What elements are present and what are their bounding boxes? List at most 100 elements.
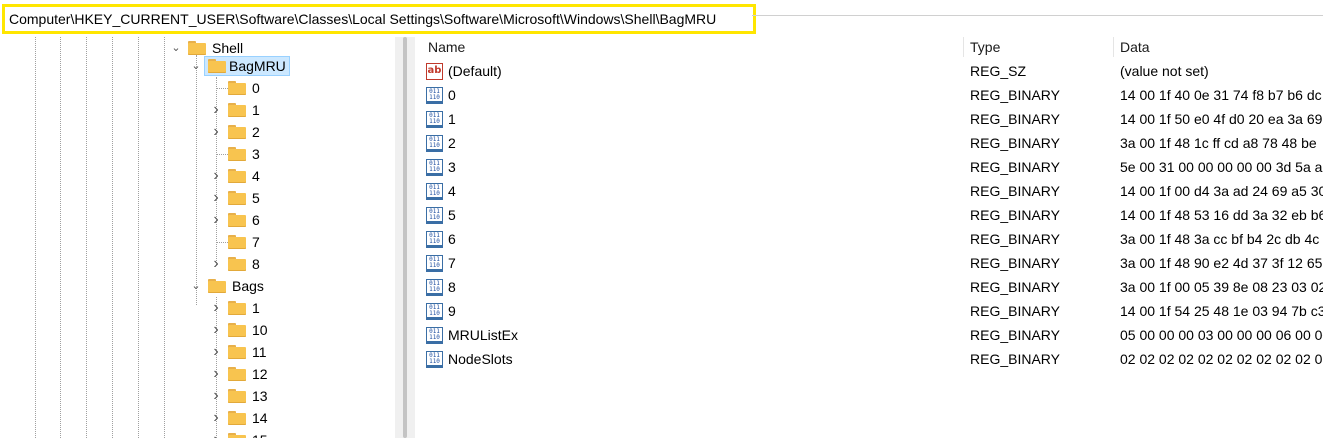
folder-icon [228, 213, 246, 227]
cell-name: 7 [448, 255, 456, 271]
tree-scrollbar-thumb[interactable] [403, 37, 407, 438]
tree-node-label: 6 [252, 212, 260, 228]
cell-name: 2 [448, 135, 456, 151]
binary-value-icon: 011 110 [426, 183, 443, 200]
column-header-data[interactable]: Data [1120, 37, 1150, 57]
cell-type: REG_BINARY [970, 231, 1060, 247]
tree-node-label: 11 [252, 344, 267, 360]
chevron-right-icon[interactable]: › [210, 407, 222, 429]
chevron-right-icon[interactable]: › [210, 253, 222, 275]
tree-node-label: 1 [252, 300, 260, 316]
chevron-right-icon[interactable]: › [210, 385, 222, 407]
chevron-down-icon[interactable]: ⌄ [170, 37, 182, 59]
folder-icon [208, 59, 226, 73]
folder-icon [188, 41, 206, 55]
list-item[interactable]: 011 110 8 REG_BINARY 3a 00 1f 00 05 39 8e 08… [421, 275, 1323, 299]
folder-icon [228, 345, 246, 359]
tree-guide-line [86, 37, 87, 438]
cell-data: 14 00 1f 00 d4 3a ad 24 69 a5 30 [1120, 183, 1323, 199]
cell-name: 9 [448, 303, 456, 319]
folder-icon [228, 257, 246, 271]
list-item[interactable]: 011 110 0 REG_BINARY 14 00 1f 40 0e 31 74 f8… [421, 83, 1323, 107]
cell-data: (value not set) [1120, 63, 1209, 79]
chevron-right-icon[interactable]: › [210, 429, 222, 438]
list-item[interactable]: ab (Default) REG_SZ (value not set) [421, 59, 1323, 83]
list-item[interactable]: 011 110 MRUListEx REG_BINARY 05 00 00 00 03 … [421, 323, 1323, 347]
address-bar-divider [752, 15, 1323, 16]
tree-guide-line [196, 55, 197, 305]
cell-data: 3a 00 1f 00 05 39 8e 08 23 03 02 [1120, 279, 1323, 295]
chevron-down-icon[interactable]: ⌄ [190, 275, 202, 297]
tree-node-label: 1 [252, 102, 260, 118]
tree-node-label: 5 [252, 190, 260, 206]
binary-value-icon: 011 110 [426, 231, 443, 248]
cell-data: 3a 00 1f 48 1c ff cd a8 78 48 be [1120, 135, 1317, 151]
folder-icon [228, 147, 246, 161]
binary-value-icon: 011 110 [426, 207, 443, 224]
list-item[interactable]: 011 110 3 REG_BINARY 5e 00 31 00 00 00 00 00… [421, 155, 1323, 179]
cell-name: 4 [448, 183, 456, 199]
folder-icon [228, 103, 246, 117]
tree-node-label: 10 [252, 322, 268, 338]
tree-node-label: 4 [252, 168, 260, 184]
list-item[interactable]: 011 110 NodeSlots REG_BINARY 02 02 02 02 02 … [421, 347, 1323, 371]
tree-node-label: 7 [252, 234, 260, 250]
cell-name: 1 [448, 111, 456, 127]
tree-node-label: 12 [252, 366, 268, 382]
cell-name: 6 [448, 231, 456, 247]
chevron-right-icon[interactable]: › [210, 165, 222, 187]
tree-guide-line [216, 154, 228, 155]
cell-type: REG_BINARY [970, 159, 1060, 175]
chevron-right-icon[interactable]: › [210, 341, 222, 363]
cell-name: MRUListEx [448, 327, 519, 343]
folder-icon [228, 433, 246, 438]
chevron-right-icon[interactable]: › [210, 363, 222, 385]
folder-icon [228, 301, 246, 315]
chevron-right-icon[interactable]: › [210, 319, 222, 341]
tree-guide-line [164, 37, 165, 438]
chevron-right-icon[interactable]: › [210, 297, 222, 319]
list-item[interactable]: 011 110 7 REG_BINARY 3a 00 1f 48 90 e2 4d 37… [421, 251, 1323, 275]
folder-icon [228, 235, 246, 249]
tree-guide-line [216, 88, 228, 89]
folder-icon [228, 389, 246, 403]
address-bar[interactable]: Computer\HKEY_CURRENT_USER\Software\Clas… [2, 4, 756, 34]
list-item[interactable]: 011 110 5 REG_BINARY 14 00 1f 48 53 16 dd 3a… [421, 203, 1323, 227]
binary-value-icon: 011 110 [426, 279, 443, 296]
cell-data: 14 00 1f 40 0e 31 74 f8 b7 b6 dc [1120, 87, 1322, 103]
registry-tree: ⌄ Shell ⌄ BagMRU 0 › 1 › 2 3 › 4 › 5 › 6 7 › 8 ⌄ Bags … [0, 37, 395, 438]
address-bar-container: Computer\HKEY_CURRENT_USER\Software\Clas… [0, 0, 1323, 38]
column-header-name[interactable]: Name [428, 37, 465, 57]
column-divider[interactable] [1113, 37, 1114, 57]
cell-data: 02 02 02 02 02 02 02 02 02 02 02 [1120, 351, 1323, 367]
list-item[interactable]: 011 110 6 REG_BINARY 3a 00 1f 48 3a cc bf b4… [421, 227, 1323, 251]
list-item[interactable]: 011 110 4 REG_BINARY 14 00 1f 00 d4 3a ad 24… [421, 179, 1323, 203]
folder-icon [208, 279, 226, 293]
tree-node-label: 15 [252, 429, 268, 438]
cell-data: 3a 00 1f 48 90 e2 4d 37 3f 12 65 [1120, 255, 1323, 271]
chevron-right-icon[interactable]: › [210, 121, 222, 143]
chevron-down-icon[interactable]: ⌄ [190, 55, 202, 77]
tree-node-label: 3 [252, 146, 260, 162]
tree-node-label: 0 [252, 80, 260, 96]
chevron-right-icon[interactable]: › [210, 99, 222, 121]
list-item[interactable]: 011 110 9 REG_BINARY 14 00 1f 54 25 48 1e 03… [421, 299, 1323, 323]
binary-value-icon: 011 110 [426, 135, 443, 152]
tree-node-label: 13 [252, 388, 268, 404]
cell-type: REG_BINARY [970, 183, 1060, 199]
folder-icon [228, 125, 246, 139]
folder-icon [228, 191, 246, 205]
folder-icon [228, 81, 246, 95]
list-item[interactable]: 011 110 2 REG_BINARY 3a 00 1f 48 1c ff cd a8… [421, 131, 1323, 155]
binary-value-icon: 011 110 [426, 255, 443, 272]
folder-icon [228, 323, 246, 337]
list-item[interactable]: 011 110 1 REG_BINARY 14 00 1f 50 e0 4f d0 20… [421, 107, 1323, 131]
cell-data: 14 00 1f 54 25 48 1e 03 94 7b c3 [1120, 303, 1323, 319]
cell-type: REG_BINARY [970, 279, 1060, 295]
tree-node-label: 8 [252, 256, 260, 272]
chevron-right-icon[interactable]: › [210, 187, 222, 209]
chevron-right-icon[interactable]: › [210, 209, 222, 231]
column-divider[interactable] [963, 37, 964, 57]
binary-value-icon: 011 110 [426, 303, 443, 320]
column-header-type[interactable]: Type [970, 37, 1000, 57]
